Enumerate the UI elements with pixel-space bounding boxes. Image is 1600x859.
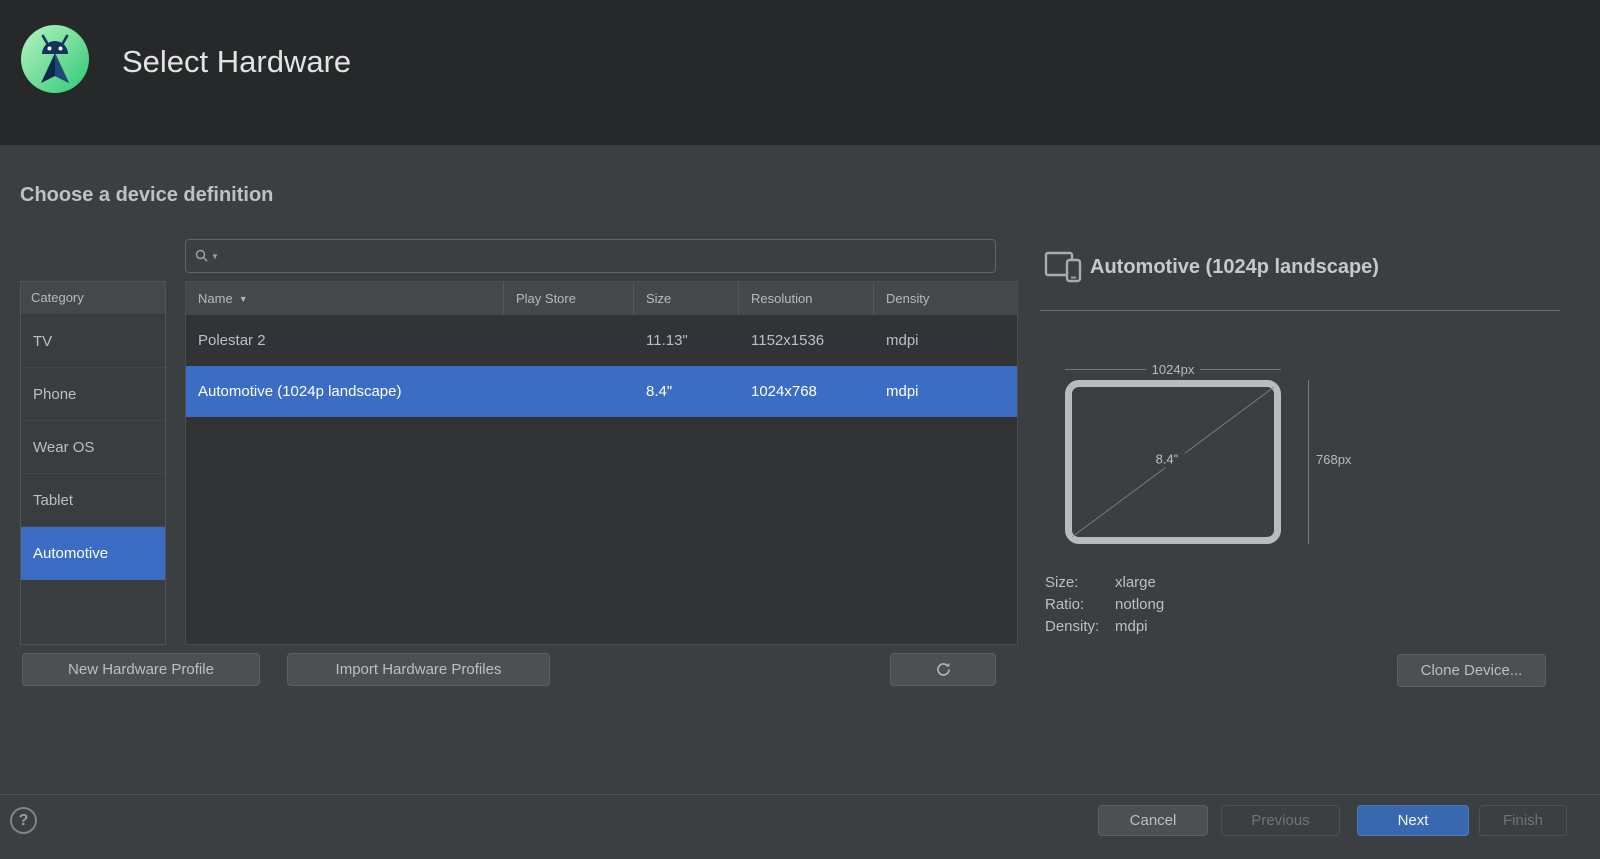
- detail-divider: [1040, 310, 1560, 311]
- device-definition-icon: [1044, 250, 1084, 284]
- cell-size: 8.4": [634, 383, 739, 400]
- cell-resolution: 1152x1536: [739, 332, 874, 349]
- device-table-header: Name ▼ Play Store Size Resolution Densit…: [186, 282, 1017, 315]
- screen-diagram: 8.4": [1065, 380, 1281, 544]
- device-row-polestar-2[interactable]: Polestar 2 11.13" 1152x1536 mdpi: [186, 315, 1017, 366]
- width-label: 1024px: [1152, 362, 1195, 377]
- import-hardware-profiles-button[interactable]: Import Hardware Profiles: [287, 653, 550, 686]
- select-hardware-dialog: Select Hardware Choose a device definiti…: [0, 0, 1600, 859]
- android-studio-logo-icon: [19, 23, 91, 95]
- spec-ratio: Ratio:notlong: [1045, 594, 1164, 616]
- column-header-density[interactable]: Density: [874, 282, 1017, 315]
- title-bar: Select Hardware: [0, 0, 1600, 145]
- dialog-title: Select Hardware: [122, 44, 351, 80]
- refresh-button[interactable]: [890, 653, 996, 686]
- category-item-tv[interactable]: TV: [21, 315, 165, 368]
- category-list: Category TV Phone Wear OS Tablet Automot…: [20, 281, 166, 645]
- spec-density: Density:mdpi: [1045, 616, 1164, 638]
- category-item-phone[interactable]: Phone: [21, 368, 165, 421]
- clone-device-button[interactable]: Clone Device...: [1397, 654, 1546, 687]
- footer-bar: ? Cancel Previous Next Finish: [0, 794, 1600, 859]
- column-header-resolution[interactable]: Resolution: [739, 282, 874, 315]
- category-item-automotive[interactable]: Automotive: [21, 527, 165, 580]
- cell-density: mdpi: [874, 383, 1017, 400]
- question-mark-icon: ?: [19, 812, 29, 830]
- search-input[interactable]: [225, 240, 995, 272]
- height-dimension-line: [1308, 380, 1309, 544]
- width-dimension: 1024px: [1065, 362, 1281, 377]
- height-label: 768px: [1316, 452, 1351, 467]
- category-item-tablet[interactable]: Tablet: [21, 474, 165, 527]
- column-header-name[interactable]: Name ▼: [186, 282, 504, 315]
- search-icon: ▼: [194, 248, 219, 264]
- cell-size: 11.13": [634, 332, 739, 349]
- category-header: Category: [21, 282, 165, 315]
- device-table: Name ▼ Play Store Size Resolution Densit…: [185, 281, 1018, 645]
- previous-button[interactable]: Previous: [1221, 805, 1340, 836]
- diagonal-size-label: 8.4": [1150, 451, 1185, 468]
- spec-size: Size:xlarge: [1045, 572, 1164, 594]
- device-search-field[interactable]: ▼: [185, 239, 996, 273]
- section-title: Choose a device definition: [20, 184, 273, 207]
- next-button[interactable]: Next: [1357, 805, 1469, 836]
- cancel-button[interactable]: Cancel: [1098, 805, 1208, 836]
- refresh-icon: [935, 661, 952, 678]
- category-item-wear-os[interactable]: Wear OS: [21, 421, 165, 474]
- device-specs: Size:xlarge Ratio:notlong Density:mdpi: [1045, 572, 1164, 638]
- finish-button[interactable]: Finish: [1479, 805, 1567, 836]
- search-options-caret-icon: ▼: [211, 252, 219, 261]
- cell-name: Polestar 2: [186, 332, 504, 349]
- cell-density: mdpi: [874, 332, 1017, 349]
- cell-resolution: 1024x768: [739, 383, 874, 400]
- selected-device-title: Automotive (1024p landscape): [1090, 256, 1379, 279]
- cell-name: Automotive (1024p landscape): [186, 383, 504, 400]
- help-button[interactable]: ?: [10, 807, 37, 834]
- device-row-automotive-1024p[interactable]: Automotive (1024p landscape) 8.4" 1024x7…: [186, 366, 1017, 417]
- new-hardware-profile-button[interactable]: New Hardware Profile: [22, 653, 260, 686]
- sort-desc-icon: ▼: [239, 283, 248, 315]
- column-header-play-store[interactable]: Play Store: [504, 282, 634, 315]
- column-header-size[interactable]: Size: [634, 282, 739, 315]
